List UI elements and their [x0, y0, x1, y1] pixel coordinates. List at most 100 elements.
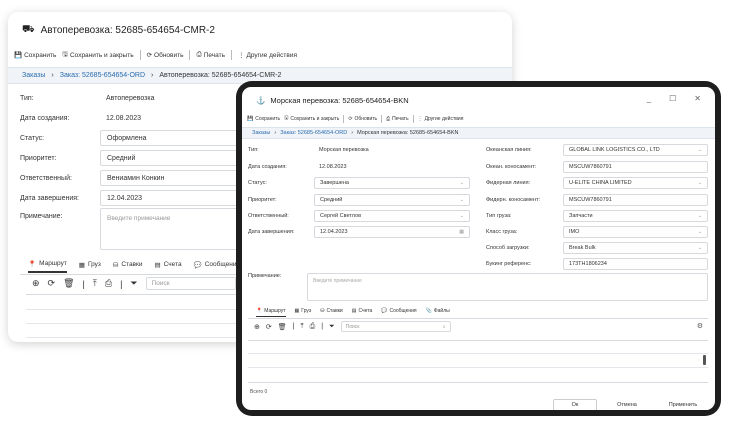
- breadcrumb-order[interactable]: Заказ: 52685-654654-ORD: [60, 72, 145, 79]
- created-label: Дата создания:: [20, 114, 70, 122]
- grid-row-line: [248, 353, 708, 354]
- toolbar-divider: |: [321, 323, 324, 330]
- trash-icon[interactable]: 🗑: [63, 278, 74, 289]
- tab-messages[interactable]: 💬 Сообщения: [194, 261, 240, 272]
- invoice-icon: ▤: [154, 261, 161, 269]
- scrollbar[interactable]: [703, 355, 706, 365]
- minimize-button[interactable]: _: [647, 94, 651, 103]
- floppy-close-icon: 🖫: [284, 115, 289, 121]
- status-label: Статус:: [248, 180, 267, 186]
- tab-rates[interactable]: ⛁ Ставки: [320, 308, 342, 316]
- feeder-bl-input[interactable]: MSCUW7860791: [563, 194, 708, 206]
- ocean-line-label: Океанская линия:: [486, 147, 532, 153]
- gear-icon[interactable]: ⚙: [697, 322, 703, 330]
- completion-date-input[interactable]: 12.04.2023 ▦: [314, 226, 470, 238]
- booking-row: Букинг референс: 173TH1806234: [486, 258, 708, 270]
- toolbar-divider: [412, 115, 414, 123]
- window-title: ⚓ Морская перевозка: 52685-654654-BKN: [256, 96, 409, 105]
- breadcrumb-order[interactable]: Заказ: 52685-654654-ORD: [280, 130, 347, 136]
- filter-icon[interactable]: ⏷: [130, 278, 137, 289]
- printer-icon: ⎙: [386, 116, 391, 122]
- responsible-select[interactable]: Сергей Светлов ⌄: [314, 210, 470, 222]
- tab-route[interactable]: 📍 Маршрут: [256, 308, 286, 317]
- upload-icon[interactable]: ⤒: [300, 323, 303, 331]
- type-row: Тип: Морская перевозка: [248, 144, 470, 156]
- save-close-button[interactable]: 🖫 Сохранить и закрыть: [284, 115, 339, 123]
- save-close-button[interactable]: 🖫 Сохранить и закрыть: [62, 50, 133, 61]
- loading-label: Способ загрузки:: [486, 245, 530, 251]
- tab-files[interactable]: 📎 Файлы: [426, 308, 450, 316]
- apply-button[interactable]: Применить: [657, 399, 709, 410]
- note-label: Примечание:: [248, 273, 282, 279]
- cargo-type-label: Тип груза:: [486, 213, 512, 219]
- print-button[interactable]: ⎙ Печать: [196, 51, 225, 59]
- toolbar-divider: |: [82, 278, 85, 289]
- maximize-button[interactable]: ☐: [669, 94, 676, 103]
- breadcrumb-orders[interactable]: Заказы: [22, 72, 45, 79]
- chevron-down-icon: ⌄: [697, 213, 702, 219]
- save-button[interactable]: 💾 Сохранить: [247, 116, 280, 122]
- other-actions-button[interactable]: ⋮ Другие действия: [418, 116, 464, 122]
- toolbar-divider: |: [120, 278, 123, 289]
- note-textarea[interactable]: Введите примечание: [307, 273, 708, 301]
- grid-toolbar: ⊕ ⟳ 🗑 | ⤒ ⎙ | ⏷ Поиск: [32, 277, 236, 290]
- tab-cargo[interactable]: ▦ Груз: [79, 261, 101, 272]
- print-button[interactable]: ⎙ Печать: [386, 116, 408, 122]
- feeder-bl-row: Фидерн. коносамент: MSCUW7860791: [486, 194, 708, 206]
- search-icon: ⌕: [442, 323, 446, 330]
- other-actions-button[interactable]: ⋮ Другие действия: [237, 51, 297, 60]
- cancel-button[interactable]: Отмена: [601, 399, 653, 410]
- refresh-icon[interactable]: ⟳: [48, 278, 56, 289]
- priority-select[interactable]: Средний ⌄: [314, 194, 470, 206]
- type-value: Морская перевозка: [319, 147, 369, 153]
- responsible-row: Ответственный: Сергей Светлов ⌄: [248, 210, 470, 222]
- filter-icon[interactable]: ⏷: [329, 323, 335, 331]
- chevron-down-icon: ⌄: [459, 180, 464, 186]
- save-button[interactable]: 💾 Сохранить: [14, 51, 56, 60]
- tab-route[interactable]: 📍 Маршрут: [28, 260, 67, 273]
- created-label: Дата создания:: [248, 164, 287, 170]
- loading-select[interactable]: Break Bulk ⌄: [563, 242, 708, 254]
- search-input[interactable]: Поиск: [145, 277, 236, 290]
- tab-invoices[interactable]: ▤ Счета: [352, 308, 373, 316]
- refresh-icon: ⟳: [146, 52, 153, 59]
- refresh-icon[interactable]: ⟳: [266, 323, 272, 331]
- cargo-class-label: Класс груза:: [486, 229, 518, 235]
- close-button[interactable]: ✕: [694, 94, 701, 103]
- breadcrumb-orders[interactable]: Заказы: [252, 130, 270, 136]
- cargo-class-select[interactable]: IMO ⌄: [563, 226, 708, 238]
- chevron-down-icon: ⌄: [459, 197, 464, 203]
- add-icon[interactable]: ⊕: [254, 323, 260, 331]
- search-input[interactable]: Поиск ⌕: [340, 321, 451, 332]
- status-select[interactable]: Завершена ⌄: [314, 177, 470, 189]
- printer-icon[interactable]: ⎙: [310, 323, 316, 331]
- toolbar-divider: [230, 50, 232, 60]
- completion-label: Дата завершения:: [248, 229, 295, 235]
- add-icon[interactable]: ⊕: [32, 278, 40, 289]
- priority-row: Приоритет: Средний ⌄: [248, 194, 470, 206]
- cargo-type-select[interactable]: Запчасти ⌄: [563, 210, 708, 222]
- ocean-line-select[interactable]: GLOBAL LINK LOGISTICS CO., LTD ⌄: [563, 144, 708, 156]
- ocean-bl-input[interactable]: MSCUW7860791: [563, 161, 708, 173]
- ok-button[interactable]: Ок: [553, 399, 597, 410]
- tab-rates[interactable]: ⛁ Ставки: [113, 261, 143, 272]
- chevron-right-icon: ›: [151, 72, 154, 79]
- tab-cargo[interactable]: ▦ Груз: [295, 308, 312, 316]
- chevron-right-icon: ›: [51, 72, 54, 79]
- trash-icon[interactable]: 🗑: [278, 323, 287, 331]
- refresh-button[interactable]: ⟳ Обновить: [348, 116, 377, 122]
- feeder-line-select[interactable]: U-ELITE CHINA LIMITED ⌄: [563, 177, 708, 189]
- tab-invoices[interactable]: ▤ Счета: [155, 261, 182, 272]
- chevron-down-icon: ⌄: [697, 245, 702, 251]
- more-vertical-icon: ⋮: [237, 52, 245, 59]
- toolbar: 💾 Сохранить 🖫 Сохранить и закрыть ⟳ Обновит…: [242, 112, 715, 126]
- completion-row: Дата завершения: 12.04.2023 ▦: [248, 226, 470, 238]
- chat-icon: 💬: [193, 261, 202, 269]
- printer-icon[interactable]: ⎙: [105, 278, 112, 289]
- refresh-button[interactable]: ⟳ Обновить: [146, 51, 184, 60]
- upload-icon[interactable]: ⤒: [93, 278, 97, 289]
- more-vertical-icon: ⋮: [417, 116, 423, 122]
- booking-input[interactable]: 173TH1806234: [563, 258, 708, 270]
- floppy-icon: 💾: [247, 116, 254, 122]
- tab-messages[interactable]: 💬 Сообщения: [381, 308, 416, 316]
